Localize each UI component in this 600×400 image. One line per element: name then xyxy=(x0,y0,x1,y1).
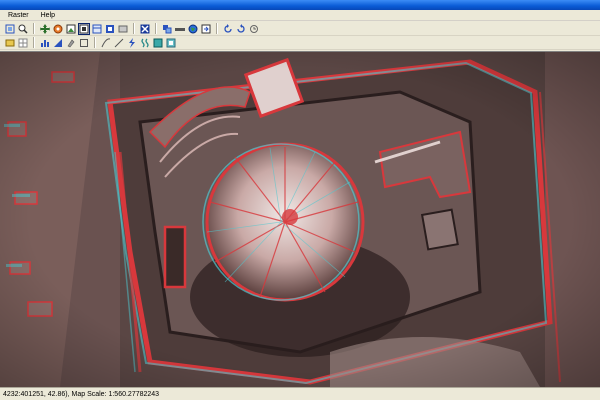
filter-icon[interactable] xyxy=(139,37,151,49)
undo-icon[interactable] xyxy=(248,23,260,35)
lightning-icon[interactable] xyxy=(126,37,138,49)
contrast-icon[interactable] xyxy=(52,37,64,49)
globe-icon[interactable] xyxy=(187,23,199,35)
grid-icon[interactable] xyxy=(17,37,29,49)
full-view-icon[interactable] xyxy=(65,23,77,35)
layer-icon[interactable] xyxy=(152,37,164,49)
clear-icon[interactable] xyxy=(139,23,151,35)
toolbar-separator xyxy=(155,23,157,34)
zoom-in-icon[interactable] xyxy=(17,23,29,35)
box-icon[interactable] xyxy=(78,37,90,49)
toolbar-separator xyxy=(33,37,35,48)
pan-icon[interactable] xyxy=(39,23,51,35)
toolbar-separator xyxy=(94,37,96,48)
zoom-extent-icon[interactable] xyxy=(4,23,16,35)
line-icon[interactable] xyxy=(113,37,125,49)
status-bar: 4232:401251, 42.86), Map Scale: 1:560.27… xyxy=(0,387,600,400)
stack-icon[interactable] xyxy=(165,37,177,49)
main-toolbar xyxy=(0,22,600,36)
rotate-right-icon[interactable] xyxy=(235,23,247,35)
zoom-layer-icon[interactable] xyxy=(78,22,90,35)
rotate-left-icon[interactable] xyxy=(222,23,234,35)
select-icon[interactable] xyxy=(161,23,173,35)
export-icon[interactable] xyxy=(200,23,212,35)
window-title-bar xyxy=(0,0,600,10)
toolbar-separator xyxy=(33,23,35,34)
map-viewport[interactable] xyxy=(0,51,600,387)
toolbar-separator xyxy=(216,23,218,34)
measure-icon[interactable] xyxy=(174,23,186,35)
settings-icon[interactable] xyxy=(4,37,16,49)
raster-toolbar xyxy=(0,36,600,50)
refresh-icon[interactable] xyxy=(52,23,64,35)
menu-bar: Raster Help xyxy=(0,10,600,21)
zoom-previous-icon[interactable] xyxy=(104,23,116,35)
anaglyph-satellite-image xyxy=(0,52,600,387)
brush-icon[interactable] xyxy=(65,37,77,49)
histogram-icon[interactable] xyxy=(39,37,51,49)
toolbar-separator xyxy=(133,23,135,34)
zoom-window-icon[interactable] xyxy=(91,23,103,35)
curve-icon[interactable] xyxy=(100,37,112,49)
coordinates-readout: 4232:401251, 42.86), Map Scale: 1:560.27… xyxy=(3,390,160,398)
zoom-next-icon[interactable] xyxy=(117,23,129,35)
menu-raster[interactable]: Raster xyxy=(2,10,35,21)
menu-help[interactable]: Help xyxy=(35,10,61,21)
